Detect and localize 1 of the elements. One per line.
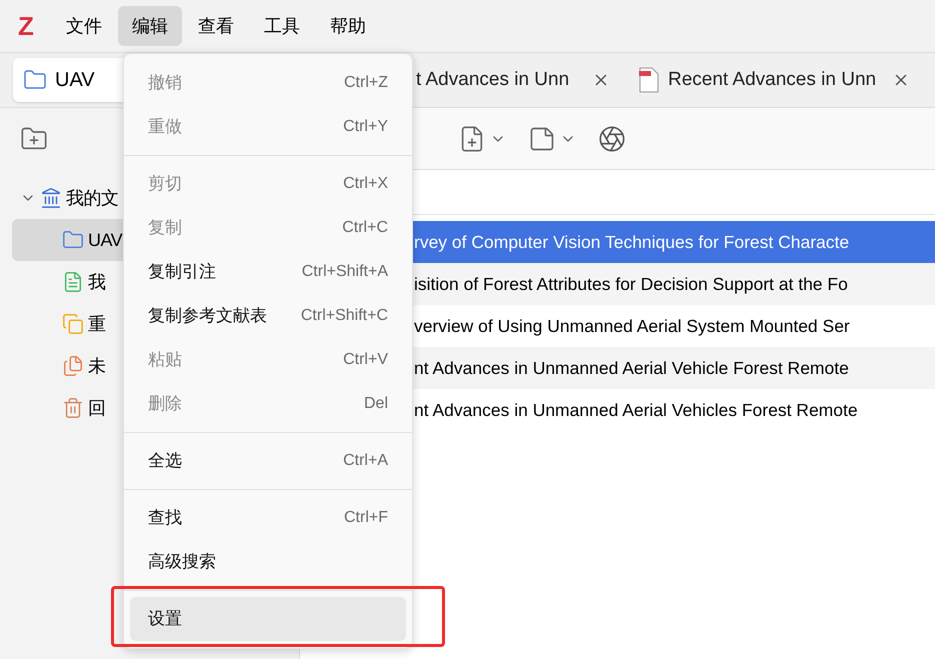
app-logo: Z (17, 10, 35, 42)
